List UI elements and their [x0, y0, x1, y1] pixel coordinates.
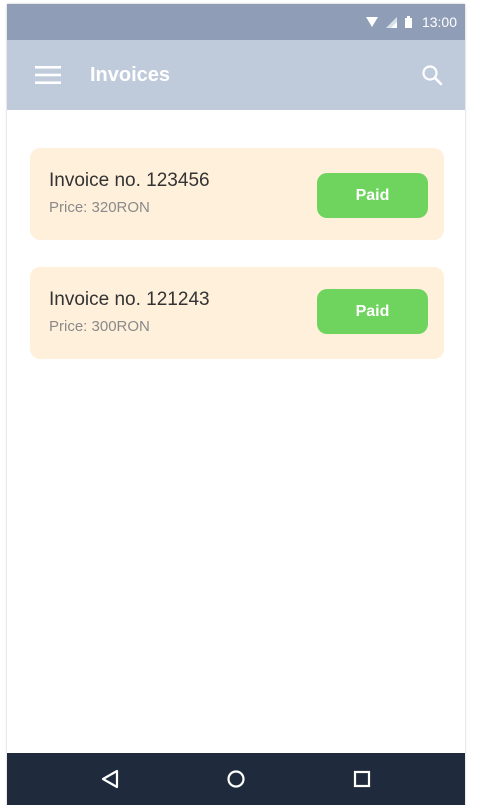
signal-icon [385, 16, 397, 28]
invoice-price: Price: 320RON [49, 199, 150, 216]
system-nav-bar [7, 753, 465, 805]
invoice-card[interactable]: Invoice no. 121243 Price: 300RON Paid [30, 267, 444, 359]
home-icon [227, 770, 245, 788]
wifi-icon [365, 17, 378, 27]
back-button[interactable] [90, 759, 130, 799]
hamburger-menu-icon [35, 66, 61, 84]
paid-status-button[interactable]: Paid [317, 289, 428, 334]
phone-screen: 13:00 Invoices Invoice no. 123456 Price:… [7, 4, 465, 805]
battery-icon [404, 16, 412, 28]
app-bar: Invoices [7, 40, 465, 110]
paid-status-button[interactable]: Paid [317, 173, 428, 218]
home-button[interactable] [216, 759, 256, 799]
search-button[interactable] [419, 62, 445, 88]
invoice-price: Price: 300RON [49, 318, 150, 335]
recents-icon [353, 770, 371, 788]
invoice-title: Invoice no. 123456 [49, 170, 210, 191]
status-bar: 13:00 [7, 4, 465, 40]
menu-button[interactable] [34, 64, 62, 86]
invoice-title: Invoice no. 121243 [49, 289, 210, 310]
recents-button[interactable] [342, 759, 382, 799]
invoice-list: Invoice no. 123456 Price: 320RON Paid In… [7, 110, 465, 753]
page-title: Invoices [90, 63, 171, 86]
search-icon [422, 65, 443, 86]
back-icon [101, 769, 119, 789]
invoice-card[interactable]: Invoice no. 123456 Price: 320RON Paid [30, 148, 444, 240]
status-time: 13:00 [421, 14, 457, 30]
